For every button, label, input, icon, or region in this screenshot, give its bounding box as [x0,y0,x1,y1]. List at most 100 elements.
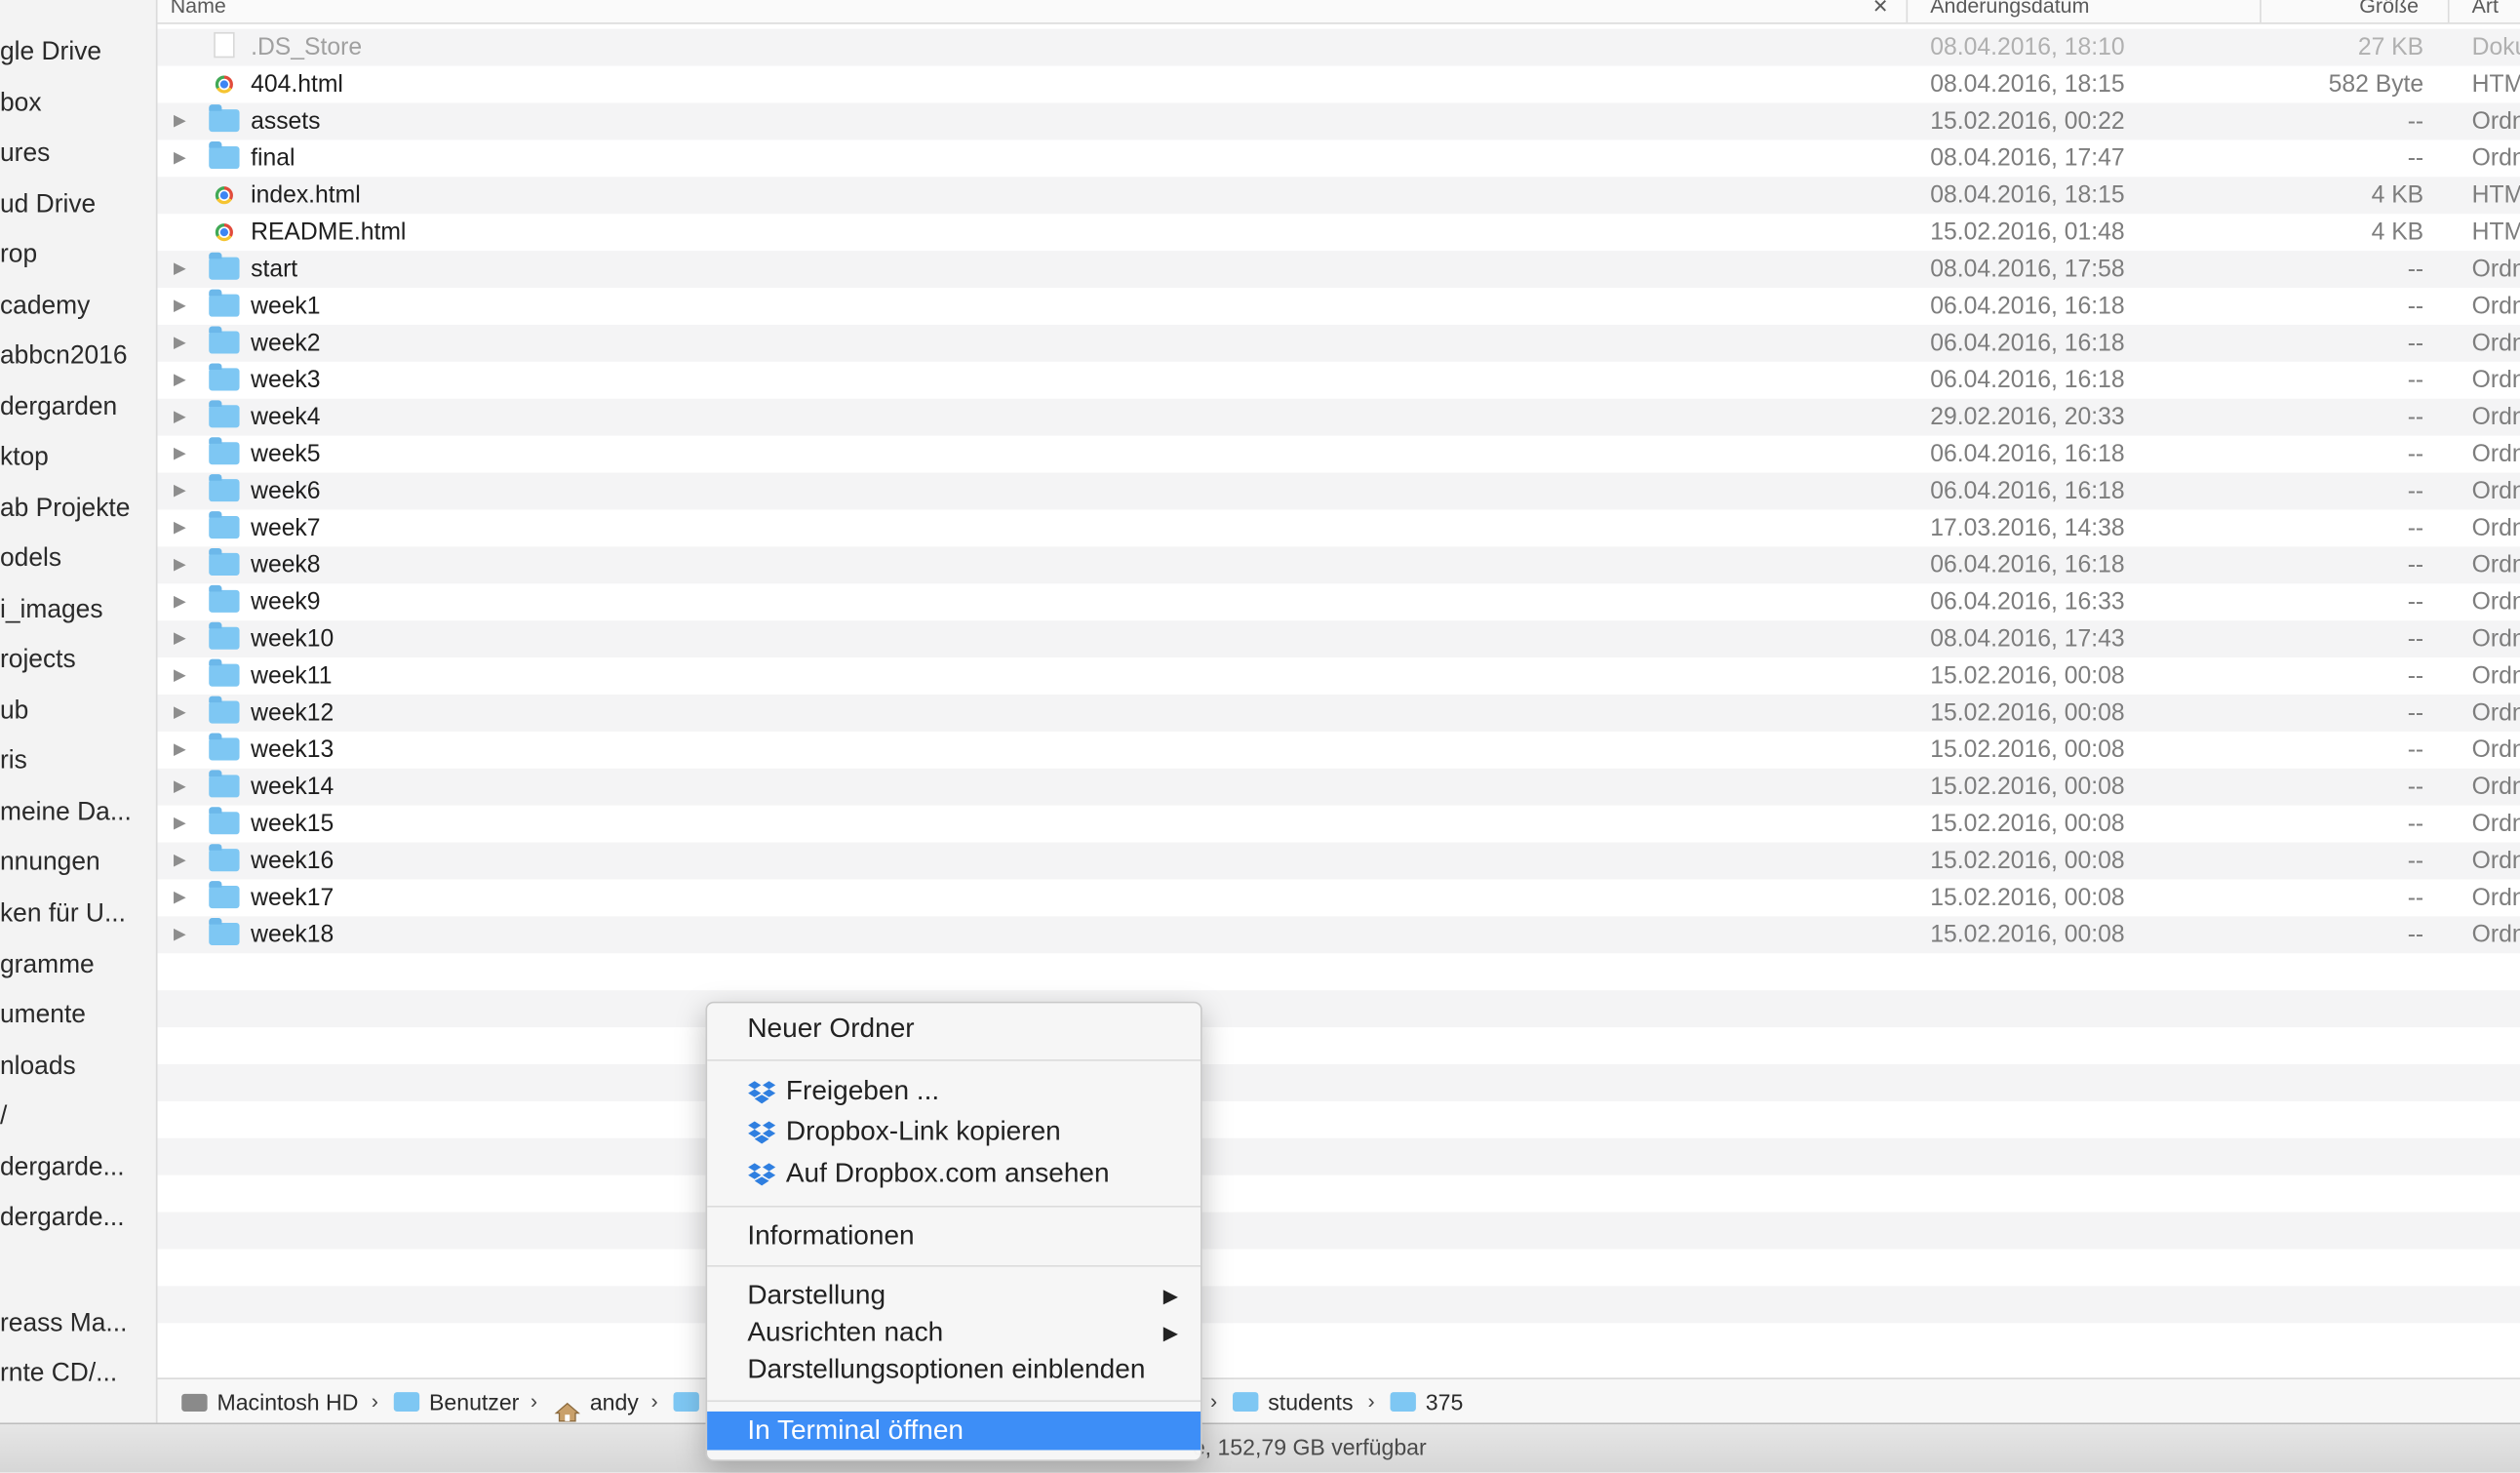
disclosure-triangle-icon[interactable]: ▶ [174,473,189,510]
disclosure-triangle-icon[interactable]: ▶ [174,732,189,769]
folder-icon [209,547,240,577]
file-name: final [251,144,295,173]
sidebar-item[interactable]: meine Da... [0,794,144,833]
disclosure-triangle-icon[interactable]: ▶ [174,843,189,880]
file-row[interactable]: ▶ final 08.04.2016, 17:47 -- Ordn [158,139,2520,177]
menu-item-show-view-options[interactable]: Darstellungsoptionen einblenden [747,1350,1201,1389]
sidebar-item[interactable]: ken für U... [0,896,144,935]
file-row[interactable]: ▶ week4 29.02.2016, 20:33 -- Ordn [157,398,2520,436]
disclosure-triangle-icon[interactable]: ▶ [174,546,189,583]
sidebar-item[interactable]: ub [0,693,144,732]
sidebar-item[interactable]: ris [0,742,144,781]
file-row[interactable]: ▶ week9 06.04.2016, 16:33 -- Ordn [158,583,2520,620]
sidebar-item[interactable]: ud Drive [0,186,144,225]
disclosure-triangle-icon[interactable]: ▶ [174,695,189,732]
menu-item-open-in-terminal[interactable]: In Terminal öffnen [707,1411,1201,1451]
sidebar-item[interactable]: box [0,85,144,124]
crumb-students[interactable]: students [1233,1379,1354,1424]
column-name-header[interactable]: Name [171,0,226,20]
file-row[interactable]: ▶ week6 06.04.2016, 16:18 -- Ordn [157,472,2520,510]
sidebar-item-label: rop [0,241,38,269]
sidebar-item[interactable]: ures [0,135,144,174]
sidebar-item[interactable]: gramme [0,947,144,986]
menu-item-view-on-dropbox[interactable]: Auf Dropbox.com ansehen [747,1154,1201,1193]
disclosure-triangle-icon[interactable]: ▶ [174,620,189,657]
file-row[interactable]: 404.html 08.04.2016, 18:15 582 Byte HTM [158,66,2520,103]
sidebar-item[interactable]: dergarde... [0,1149,144,1188]
file-row[interactable]: ▶ week5 06.04.2016, 16:18 -- Ordn [158,436,2520,473]
file-row[interactable]: index.html 08.04.2016, 18:15 4 KB HTM [157,177,2520,215]
close-icon[interactable]: ✕ [1872,0,1889,20]
file-row[interactable]: ▶ week13 15.02.2016, 00:08 -- Ordn [158,732,2520,769]
sidebar-item[interactable]: i_images [0,591,144,630]
disclosure-triangle-icon[interactable]: ▶ [174,879,189,916]
column-size-header[interactable]: Größe [2359,0,2419,20]
disclosure-triangle-icon[interactable]: ▶ [174,362,189,399]
disclosure-triangle-icon[interactable]: ▶ [174,509,189,546]
file-row[interactable]: ▶ week15 15.02.2016, 00:08 -- Ordn [158,806,2520,843]
column-kind-header[interactable]: Art [2472,0,2499,20]
crumb-andy[interactable]: andy [554,1379,639,1424]
sidebar-item[interactable]: gle Drive [0,34,144,73]
sidebar-item[interactable]: reass Ma... [0,1305,144,1344]
sidebar-item[interactable]: rop [0,236,144,275]
crumb-375[interactable]: 375 [1390,1379,1463,1424]
file-row[interactable]: ▶ assets 15.02.2016, 00:22 -- Ordn [157,102,2520,140]
file-row[interactable]: ▶ week12 15.02.2016, 00:08 -- Ordn [157,694,2520,732]
empty-row [158,953,2520,990]
folder-icon [673,1392,699,1413]
crumb-macintosh-hd[interactable]: Macintosh HD [181,1379,358,1424]
sidebar-item[interactable]: rnte CD/... [0,1355,144,1394]
disclosure-triangle-icon[interactable]: ▶ [174,657,189,695]
file-row[interactable]: ▶ week3 06.04.2016, 16:18 -- Ordn [158,362,2520,399]
menu-item-view[interactable]: Darstellung ▶ [747,1277,1201,1316]
file-row[interactable]: ▶ week14 15.02.2016, 00:08 -- Ordn [157,768,2520,806]
disclosure-triangle-icon[interactable]: ▶ [174,251,189,288]
sidebar-item[interactable]: / [0,1098,144,1137]
sidebar-item[interactable]: abbcn2016 [0,338,144,377]
crumb-hidden-folder[interactable] [673,1379,709,1424]
file-row[interactable]: README.html 15.02.2016, 01:48 4 KB HTM [158,214,2520,251]
crumb-benutzer[interactable]: Benutzer [393,1379,519,1424]
sidebar-item[interactable]: dergarden [0,389,144,428]
file-row[interactable]: ▶ week8 06.04.2016, 16:18 -- Ordn [157,546,2520,584]
sidebar-item[interactable]: nnungen [0,844,144,883]
sidebar-item[interactable]: cademy [0,288,144,327]
column-date-header[interactable]: Änderungsdatum [1930,0,2089,20]
file-row[interactable]: .DS_Store 08.04.2016, 18:10 27 KB Doku [157,28,2520,66]
menu-item-arrange-by[interactable]: Ausrichten nach ▶ [747,1313,1201,1352]
file-row[interactable]: ▶ week18 15.02.2016, 00:08 -- Ordn [157,916,2520,954]
file-row[interactable]: ▶ week16 15.02.2016, 00:08 -- Ordn [157,842,2520,880]
sidebar-item[interactable]: umente [0,997,144,1036]
menu-item-info[interactable]: Informationen [747,1217,1201,1256]
disclosure-triangle-icon[interactable]: ▶ [174,399,189,436]
file-size: 4 KB [2371,219,2424,247]
disclosure-triangle-icon[interactable]: ▶ [174,916,189,953]
disclosure-triangle-icon[interactable]: ▶ [174,102,189,139]
sidebar-item[interactable]: ab Projekte [0,491,144,530]
file-row[interactable]: ▶ week17 15.02.2016, 00:08 -- Ordn [158,879,2520,916]
menu-item-new-folder[interactable]: Neuer Ordner [747,1010,1201,1049]
sidebar-item[interactable]: ktop [0,439,144,478]
disclosure-triangle-icon[interactable]: ▶ [174,769,189,806]
file-row[interactable]: ▶ week11 15.02.2016, 00:08 -- Ordn [158,657,2520,695]
sidebar-item[interactable]: nloads [0,1048,144,1087]
file-size: -- [2407,698,2424,727]
disclosure-triangle-icon[interactable]: ▶ [174,436,189,473]
menu-item-share[interactable]: Freigeben ... [747,1072,1201,1111]
disclosure-triangle-icon[interactable]: ▶ [174,325,189,362]
sidebar-item[interactable]: rojects [0,642,144,681]
menu-item-copy-dropbox-link[interactable]: Dropbox-Link kopieren [747,1112,1201,1151]
sidebar-item-label: ab Projekte [0,495,131,523]
sidebar-item[interactable]: dergarde... [0,1199,144,1238]
disclosure-triangle-icon[interactable]: ▶ [174,806,189,843]
file-row[interactable]: ▶ week10 08.04.2016, 17:43 -- Ordn [157,620,2520,658]
disclosure-triangle-icon[interactable]: ▶ [174,583,189,620]
disclosure-triangle-icon[interactable]: ▶ [174,288,189,325]
sidebar-item[interactable]: odels [0,540,144,579]
file-row[interactable]: ▶ start 08.04.2016, 17:58 -- Ordn [157,251,2520,288]
disclosure-triangle-icon[interactable]: ▶ [174,139,189,177]
file-row[interactable]: ▶ week2 06.04.2016, 16:18 -- Ordn [157,324,2520,362]
file-row[interactable]: ▶ week1 06.04.2016, 16:18 -- Ordn [158,288,2520,325]
file-row[interactable]: ▶ week7 17.03.2016, 14:38 -- Ordn [158,509,2520,546]
